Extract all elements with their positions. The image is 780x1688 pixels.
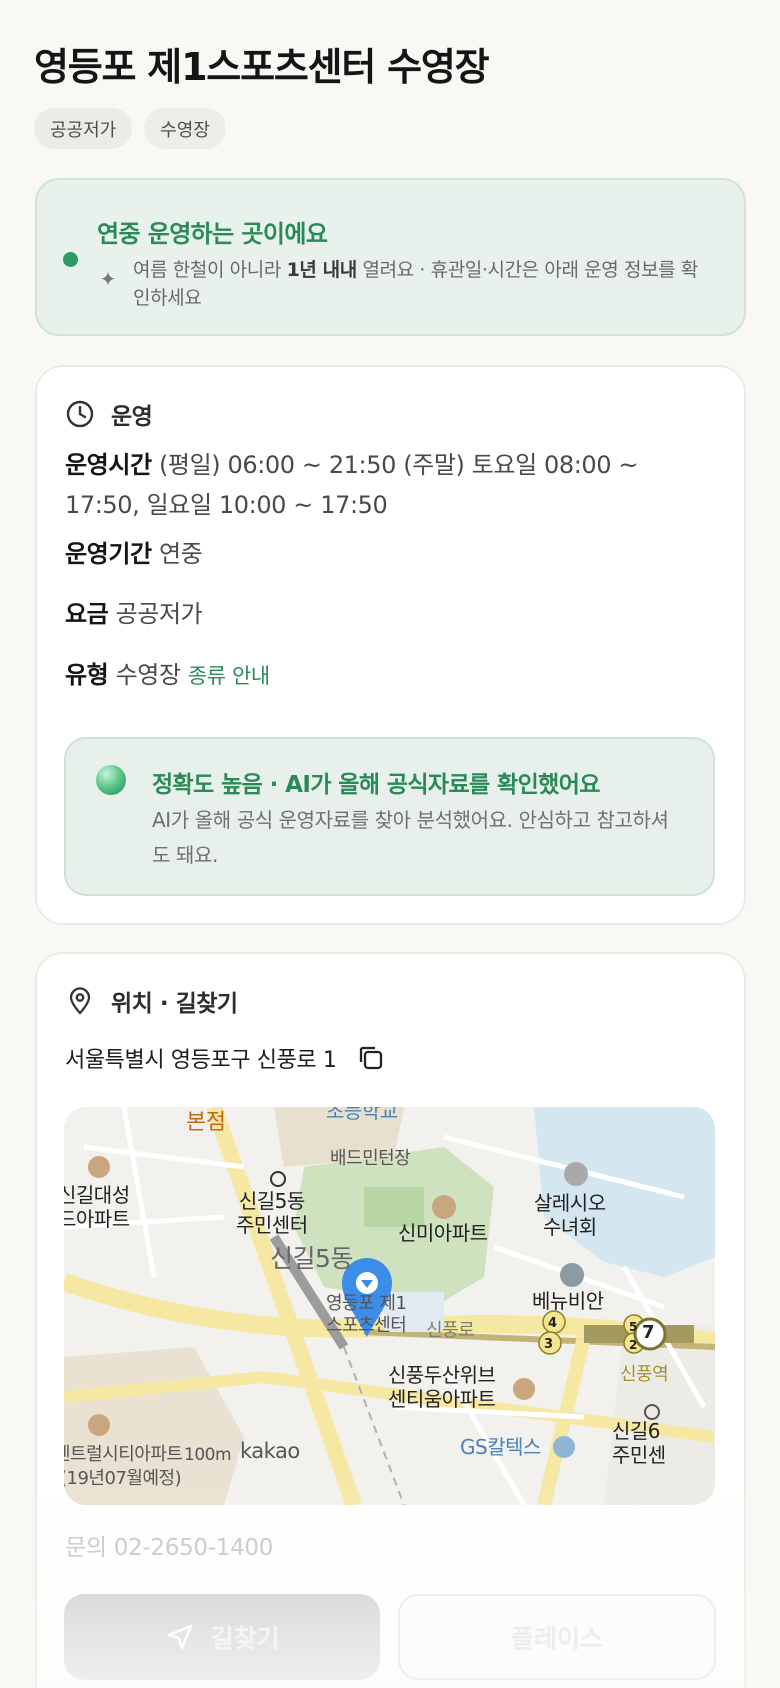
ai-badge-title: 정확도 높음 · AI가 올해 공식자료를 확인했어요 bbox=[152, 772, 600, 798]
period-key: 운영기간 bbox=[65, 540, 152, 568]
hours-key: 운영시간 bbox=[65, 451, 152, 479]
type-row: 유형 수영장 종류 안내 bbox=[65, 655, 715, 696]
type-guide-link[interactable]: 종류 안내 bbox=[188, 664, 270, 688]
notice-body: 여름 한철이 아니라 1년 내내 열려요 · 휴관일·시간은 아래 운영 정보를… bbox=[133, 256, 713, 312]
location-header: 위치 · 길찾기 bbox=[65, 984, 238, 1018]
operation-section-label: 운영 bbox=[111, 404, 153, 430]
notice-body-prefix: 여름 한철이 아니라 bbox=[133, 259, 287, 281]
period-row: 운영기간 연중 bbox=[65, 534, 715, 574]
map-label-venue: 영등포 제1 스포츠센터 bbox=[326, 1293, 407, 1336]
tag-type[interactable]: 수영장 bbox=[144, 108, 226, 149]
notice-title: 연중 운영하는 곳이에요 bbox=[97, 220, 328, 248]
map-label-shinmi: 신미아파트 bbox=[398, 1221, 488, 1245]
place-button[interactable]: 플레이스 bbox=[398, 1594, 716, 1680]
hours-row: 운영시간 (평일) 06:00 ~ 21:50 (주말) 토요일 08:00 ~… bbox=[65, 445, 715, 525]
tag-list: 공공저가 수영장 bbox=[34, 108, 226, 149]
map-label-road: 신풍로 bbox=[426, 1320, 475, 1341]
phone-inquiry[interactable]: 문의 02-2650-1400 bbox=[65, 1528, 273, 1562]
fee-row: 요금 공공저가 bbox=[65, 594, 715, 634]
map-label-badminton: 배드민턴장 bbox=[330, 1148, 411, 1169]
map-label-doosan: 신풍두산위브 센티움아파트 bbox=[388, 1363, 496, 1411]
route-button[interactable]: 길찾기 bbox=[64, 1594, 380, 1680]
fee-key: 요금 bbox=[65, 600, 109, 628]
period-value: 연중 bbox=[158, 540, 203, 568]
type-key: 유형 bbox=[65, 661, 109, 689]
ai-badge-body: AI가 올해 공식 운영자료를 찾아 분석했어요. 안심하고 참고하셔도 돼요. bbox=[152, 808, 669, 867]
sparkle-icon: ✦ bbox=[99, 267, 117, 291]
address-row: 서울특별시 영등포구 신풍로 1 bbox=[65, 1042, 386, 1074]
map-label-area: 신길5동 bbox=[270, 1244, 353, 1273]
map-label-central-note: (19년07월예정) bbox=[64, 1468, 182, 1489]
map-label-school: 초등학교 bbox=[326, 1107, 398, 1123]
location-pin-icon bbox=[69, 987, 91, 1015]
clock-icon bbox=[66, 400, 94, 428]
status-dot-icon bbox=[63, 252, 78, 267]
map-kakao-logo: kakao bbox=[240, 1439, 300, 1463]
map-label-community: 신길5동 주민센터 bbox=[236, 1189, 308, 1237]
navigation-arrow-icon bbox=[168, 1624, 193, 1650]
fee-value: 공공저가 bbox=[115, 600, 203, 628]
tag-price[interactable]: 공공저가 bbox=[34, 108, 133, 149]
operation-header: 운영 bbox=[65, 397, 153, 431]
map-scale: 100m bbox=[184, 1445, 232, 1465]
route-button-label: 길찾기 bbox=[210, 1624, 280, 1653]
page-title: 영등포 제1스포츠센터 수영장 bbox=[34, 45, 490, 89]
year-round-notice: 연중 운영하는 곳이에요 ✦ 여름 한철이 아니라 1년 내내 열려요 · 휴관… bbox=[35, 178, 746, 336]
address-text: 서울특별시 영등포구 신풍로 1 bbox=[65, 1048, 337, 1073]
map-label-daesung: 신길대성 드아파트 bbox=[64, 1183, 130, 1231]
ai-accuracy-badge: 정확도 높음 · AI가 올해 공식자료를 확인했어요 AI가 올해 공식 운영… bbox=[64, 737, 715, 896]
map-label-salesio: 살레시오 수녀회 bbox=[534, 1191, 606, 1239]
place-button-label: 플레이스 bbox=[510, 1624, 603, 1653]
map-label-top-orange: 본점 bbox=[186, 1110, 226, 1135]
line-badge-2: 2 bbox=[629, 1338, 637, 1352]
type-value: 수영장 bbox=[115, 661, 181, 689]
location-map[interactable]: 본점 초등학교 배드민턴장 신길대성 드아파트 신길5동 주민센터 신길5동 신… bbox=[64, 1107, 715, 1505]
line-badge-7: 7 bbox=[642, 1322, 655, 1343]
copy-icon[interactable] bbox=[356, 1043, 386, 1073]
map-label-gs: GS칼텍스 bbox=[460, 1435, 541, 1459]
line-badge-3: 3 bbox=[544, 1337, 553, 1352]
operation-card: 운영 운영시간 (평일) 06:00 ~ 21:50 (주말) 토요일 08:0… bbox=[35, 365, 746, 925]
map-label-station: 신풍역 bbox=[620, 1364, 669, 1385]
ai-orb-icon bbox=[96, 765, 126, 795]
location-section-label: 위치 · 길찾기 bbox=[111, 991, 238, 1017]
map-label-benyubian: 베뉴비안 bbox=[532, 1289, 604, 1313]
map-label-shingil6: 신길6 주민센 bbox=[612, 1419, 666, 1467]
location-card: 위치 · 길찾기 서울특별시 영등포구 신풍로 1 본점 초등학교 배드민턴장 … bbox=[35, 952, 746, 1688]
notice-body-bold: 1년 내내 bbox=[286, 259, 358, 281]
map-label-central: 센트럴시티아파트 bbox=[64, 1444, 183, 1465]
